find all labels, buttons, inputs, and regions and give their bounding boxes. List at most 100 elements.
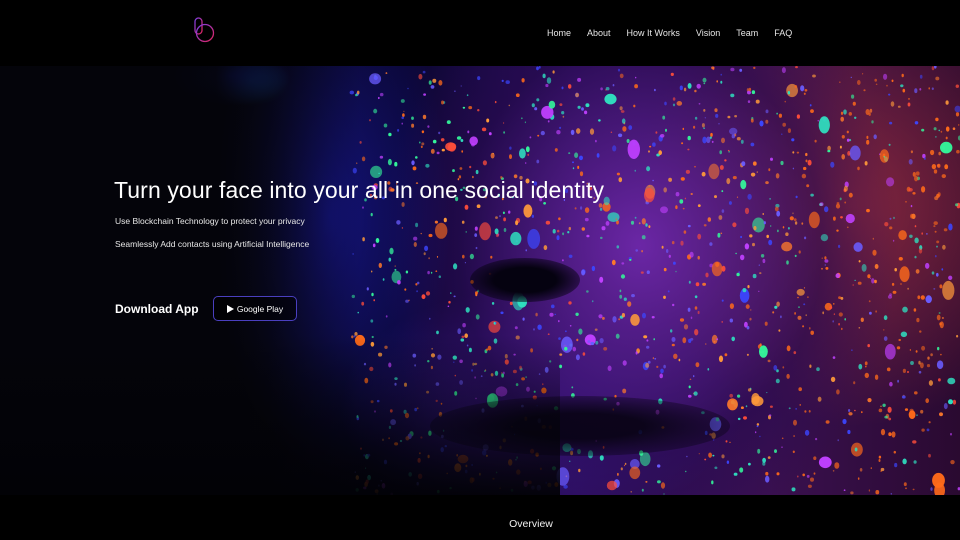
neon-speckle bbox=[697, 255, 700, 260]
neon-speckle bbox=[797, 475, 799, 478]
neon-speckle bbox=[905, 201, 907, 203]
neon-speckle bbox=[782, 226, 785, 229]
neon-speckle bbox=[570, 129, 575, 135]
neon-speckle bbox=[894, 462, 898, 468]
neon-speckle bbox=[737, 417, 741, 421]
neon-speckle bbox=[515, 93, 520, 97]
neon-speckle bbox=[440, 138, 445, 142]
nav-faq[interactable]: FAQ bbox=[774, 27, 792, 39]
neon-speckle bbox=[696, 83, 701, 89]
neon-speckle bbox=[807, 484, 812, 488]
neon-speckle bbox=[430, 85, 435, 89]
google-play-button[interactable]: Google Play bbox=[213, 296, 297, 321]
neon-speckle bbox=[935, 136, 937, 138]
neon-speckle bbox=[902, 368, 907, 373]
neon-speckle bbox=[936, 314, 941, 321]
neon-speckle bbox=[411, 116, 414, 120]
neon-speckle bbox=[660, 368, 664, 374]
neon-speckle bbox=[697, 204, 701, 208]
neon-speckle bbox=[645, 223, 648, 227]
neon-speckle bbox=[880, 467, 885, 472]
neon-speckle bbox=[956, 149, 960, 154]
neon-speckle bbox=[759, 345, 768, 358]
neon-speckle bbox=[666, 249, 669, 253]
neon-speckle bbox=[641, 218, 646, 225]
neon-speckle bbox=[952, 399, 957, 405]
neon-speckle bbox=[843, 489, 846, 492]
neon-speckle bbox=[688, 385, 691, 389]
neon-speckle bbox=[931, 271, 935, 275]
neon-speckle bbox=[792, 151, 795, 154]
nav-home[interactable]: Home bbox=[547, 27, 571, 39]
neon-speckle bbox=[775, 173, 780, 179]
neon-speckle bbox=[660, 134, 665, 138]
neon-speckle bbox=[867, 274, 871, 279]
neon-speckle bbox=[792, 212, 794, 215]
neon-speckle bbox=[644, 188, 655, 203]
neon-speckle bbox=[628, 125, 633, 130]
neon-speckle bbox=[438, 275, 441, 278]
neon-speckle bbox=[770, 157, 773, 161]
neon-speckle bbox=[802, 473, 805, 477]
nav-vision[interactable]: Vision bbox=[696, 27, 720, 39]
brand-logo-icon[interactable] bbox=[192, 16, 216, 44]
neon-speckle bbox=[687, 83, 692, 89]
neon-speckle bbox=[616, 245, 620, 249]
nav-team[interactable]: Team bbox=[736, 27, 758, 39]
neon-speckle bbox=[379, 155, 384, 159]
neon-speckle bbox=[641, 250, 643, 253]
neon-speckle bbox=[817, 396, 822, 402]
neon-speckle bbox=[860, 317, 864, 322]
neon-speckle bbox=[907, 371, 909, 373]
neon-speckle bbox=[465, 307, 470, 313]
neon-speckle bbox=[412, 166, 417, 171]
neon-speckle bbox=[918, 248, 923, 254]
neon-speckle bbox=[492, 152, 494, 155]
neon-speckle bbox=[401, 122, 403, 125]
neon-speckle bbox=[801, 173, 807, 179]
neon-speckle bbox=[627, 139, 640, 159]
neon-speckle bbox=[901, 395, 906, 399]
neon-speckle bbox=[469, 165, 472, 169]
neon-speckle bbox=[525, 162, 527, 164]
neon-speckle bbox=[635, 351, 638, 355]
neon-speckle bbox=[574, 152, 579, 158]
neon-speckle bbox=[903, 482, 907, 487]
neon-speckle bbox=[747, 285, 750, 289]
neon-speckle bbox=[554, 313, 556, 315]
neon-speckle bbox=[897, 105, 901, 108]
neon-speckle bbox=[587, 340, 591, 343]
neon-speckle bbox=[589, 128, 595, 135]
neon-speckle bbox=[816, 367, 820, 372]
neon-speckle bbox=[891, 282, 895, 286]
neon-speckle bbox=[952, 127, 956, 130]
neon-speckle bbox=[693, 125, 696, 129]
neon-speckle bbox=[827, 149, 831, 153]
neon-speckle bbox=[791, 487, 796, 492]
neon-speckle bbox=[623, 464, 626, 467]
neon-speckle bbox=[938, 151, 941, 156]
neon-speckle bbox=[822, 311, 825, 315]
neon-speckle bbox=[685, 470, 687, 473]
neon-speckle bbox=[407, 87, 409, 90]
neon-speckle bbox=[605, 87, 610, 91]
neon-speckle bbox=[763, 221, 766, 225]
neon-speckle bbox=[785, 232, 789, 236]
neon-speckle bbox=[618, 318, 621, 321]
nav-how-it-works[interactable]: How It Works bbox=[627, 27, 680, 39]
neon-speckle bbox=[921, 345, 926, 351]
neon-speckle bbox=[509, 301, 513, 306]
neon-speckle bbox=[649, 145, 652, 148]
neon-speckle bbox=[732, 222, 737, 228]
neon-speckle bbox=[781, 241, 793, 252]
neon-speckle bbox=[936, 240, 940, 244]
neon-speckle bbox=[936, 193, 940, 198]
nav-about[interactable]: About bbox=[587, 27, 611, 39]
neon-speckle bbox=[618, 177, 623, 183]
neon-speckle bbox=[795, 195, 798, 199]
neon-speckle bbox=[842, 418, 847, 425]
neon-speckle bbox=[857, 477, 860, 480]
neon-speckle bbox=[701, 171, 706, 177]
neon-speckle bbox=[748, 87, 752, 92]
neon-speckle bbox=[416, 290, 418, 293]
